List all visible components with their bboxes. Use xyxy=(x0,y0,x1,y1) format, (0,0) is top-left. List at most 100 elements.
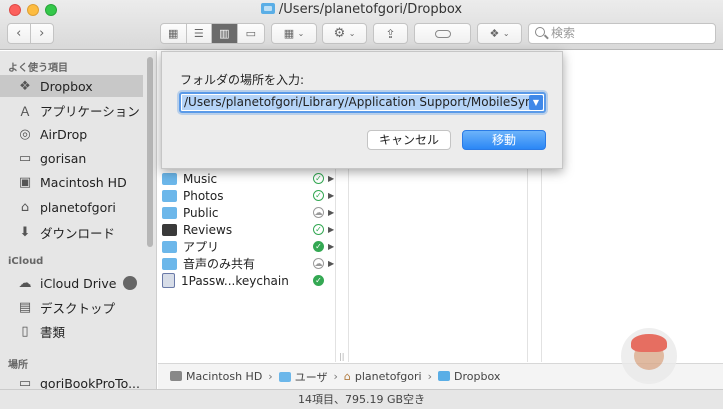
folder-path-input[interactable]: /Users/planetofgori/Library/Application … xyxy=(179,92,546,113)
cloud-status-icon: ☁ xyxy=(313,207,324,218)
file-row-keychain[interactable]: 1Passw...keychain ✓ xyxy=(162,272,334,289)
cloud-icon: ☁ xyxy=(18,275,32,291)
forward-button[interactable]: › xyxy=(31,24,53,43)
window-title-text: /Users/planetofgori/Dropbox xyxy=(278,2,463,17)
file-row-music[interactable]: Music ✓ ▶ xyxy=(162,170,334,187)
cancel-button[interactable]: キャンセル xyxy=(367,130,451,150)
sidebar-item-label: gorisan xyxy=(40,150,87,166)
sidebar-item-airdrop[interactable]: ◎ AirDrop xyxy=(0,123,143,145)
sidebar-item-applications[interactable]: Ａ アプリケーション xyxy=(0,99,143,121)
path-separator: › xyxy=(333,370,338,383)
sidebar-heading-favorites: よく使う項目 xyxy=(8,63,68,74)
keychain-file-icon xyxy=(162,273,175,288)
documents-icon: ▯ xyxy=(21,323,29,339)
dropbox-icon: ❖ xyxy=(489,27,500,40)
sidebar-item-label: アプリケーション xyxy=(40,103,140,119)
path-item-dropbox[interactable]: Dropbox xyxy=(438,370,500,383)
view-mode-control: ▦ ☰ ▥ ▭ xyxy=(160,23,265,44)
folder-icon xyxy=(162,172,177,185)
sidebar-item-dropbox[interactable]: ❖ Dropbox xyxy=(0,75,143,97)
path-separator: › xyxy=(268,370,273,383)
file-name: アプリ xyxy=(183,240,220,254)
sidebar-item-label: planetofgori xyxy=(40,199,116,215)
dropbox-folder-icon xyxy=(438,371,451,381)
arrange-button[interactable]: ▦ ⌄ xyxy=(271,23,317,44)
folder-dark-icon xyxy=(162,223,177,236)
list-view-button[interactable]: ☰ xyxy=(187,24,213,43)
applications-icon: Ａ xyxy=(18,104,32,120)
go-to-folder-sheet: フォルダの場所を入力: /Users/planetofgori/Library/… xyxy=(161,51,563,169)
disclosure-arrow-icon: ▶ xyxy=(328,191,335,200)
gear-icon: ⚙ xyxy=(333,26,346,41)
file-row-voice-share[interactable]: 音声のみ共有 ☁ ▶ xyxy=(162,255,334,272)
chevron-down-icon: ⌄ xyxy=(297,29,305,38)
tags-button[interactable] xyxy=(414,23,471,44)
airdrop-icon: ◎ xyxy=(19,126,31,142)
path-history-dropdown[interactable]: ▼ xyxy=(529,95,543,110)
file-row-photos[interactable]: Photos ✓ ▶ xyxy=(162,187,334,204)
path-separator: › xyxy=(427,370,433,383)
folder-icon xyxy=(162,240,177,253)
path-item-home[interactable]: ⌂ planetofgori xyxy=(344,370,422,383)
sidebar-item-desktop[interactable]: ▤ デスクトップ xyxy=(0,296,143,318)
chevron-right-icon: › xyxy=(39,26,45,41)
folder-icon xyxy=(162,257,177,270)
icon-view-button[interactable]: ▦ xyxy=(161,24,187,43)
folder-icon xyxy=(162,206,177,219)
sidebar-item-icloud-drive[interactable]: ☁ iCloud Drive xyxy=(0,272,143,294)
progress-pie-icon xyxy=(123,276,137,290)
sidebar-scrollbar[interactable] xyxy=(147,57,153,247)
nav-buttons: ‹ › xyxy=(7,23,54,44)
sidebar-item-planetofgori[interactable]: ⌂ planetofgori xyxy=(0,196,143,218)
file-row-apps[interactable]: アプリ ✓ ▶ xyxy=(162,238,334,255)
sidebar-item-gorisan[interactable]: ▭ gorisan xyxy=(0,147,143,169)
path-item-users[interactable]: ユーザ xyxy=(278,369,327,385)
file-name: Reviews xyxy=(183,222,233,237)
chevron-down-icon: ⌄ xyxy=(348,29,356,38)
home-icon: ⌂ xyxy=(343,370,351,383)
file-row-public[interactable]: Public ☁ ▶ xyxy=(162,204,334,221)
path-item-macintosh-hd[interactable]: Macintosh HD xyxy=(170,370,262,383)
dropbox-folder-icon xyxy=(260,3,275,14)
go-button[interactable]: 移動 xyxy=(462,130,546,150)
search-placeholder: 検索 xyxy=(551,26,576,40)
file-row-reviews[interactable]: Reviews ✓ ▶ xyxy=(162,221,334,238)
sidebar-item-label: デスクトップ xyxy=(40,300,116,316)
list-icon: ☰ xyxy=(193,27,204,40)
action-button[interactable]: ⚙ ⌄ xyxy=(322,23,367,44)
window-title: /Users/planetofgori/Dropbox xyxy=(0,2,723,17)
gallery-view-button[interactable]: ▭ xyxy=(238,24,264,43)
arrange-icon: ▦ xyxy=(283,27,295,40)
sidebar: よく使う項目 ❖ Dropbox Ａ アプリケーション ◎ AirDrop ▭ gori… xyxy=(0,51,157,389)
chevron-down-icon: ⌄ xyxy=(502,29,510,38)
sidebar-item-laptop[interactable]: ▭ goriBookProTo... xyxy=(0,372,143,390)
synced-check-icon: ✓ xyxy=(313,224,324,235)
downloads-icon: ⬇ xyxy=(19,224,31,240)
back-button[interactable]: ‹ xyxy=(8,24,31,43)
cloud-status-icon: ☁ xyxy=(313,258,324,269)
dropbox-menu-button[interactable]: ❖ ⌄ xyxy=(477,23,522,44)
sidebar-heading-locations: 場所 xyxy=(8,360,28,371)
laptop-icon: ▭ xyxy=(18,375,32,390)
column-view-button[interactable]: ▥ xyxy=(212,24,238,43)
disclosure-arrow-icon: ▶ xyxy=(328,174,335,183)
folder-icon xyxy=(162,189,177,202)
file-name: Photos xyxy=(183,188,224,203)
search-field[interactable]: 検索 xyxy=(528,23,716,44)
sidebar-heading-icloud: iCloud xyxy=(8,256,44,267)
sidebar-item-macintosh-hd[interactable]: ▣ Macintosh HD xyxy=(0,171,143,193)
columns-icon: ▥ xyxy=(219,27,230,40)
sidebar-item-label: Macintosh HD xyxy=(40,174,127,190)
disclosure-arrow-icon: ▶ xyxy=(328,208,335,217)
sidebar-item-documents[interactable]: ▯ 書類 xyxy=(0,320,143,342)
column-resize-handle[interactable]: || xyxy=(339,352,344,361)
disclosure-arrow-icon: ▶ xyxy=(328,242,335,251)
sidebar-item-downloads[interactable]: ⬇ ダウンロード xyxy=(0,221,143,243)
search-icon xyxy=(535,27,545,37)
share-button[interactable]: ⇪ xyxy=(373,23,408,44)
chevron-left-icon: ‹ xyxy=(16,26,22,41)
synced-check-icon: ✓ xyxy=(313,173,324,184)
sidebar-item-label: goriBookProTo... xyxy=(40,375,140,390)
file-name: Public xyxy=(183,205,219,220)
gallery-icon: ▭ xyxy=(245,27,256,40)
